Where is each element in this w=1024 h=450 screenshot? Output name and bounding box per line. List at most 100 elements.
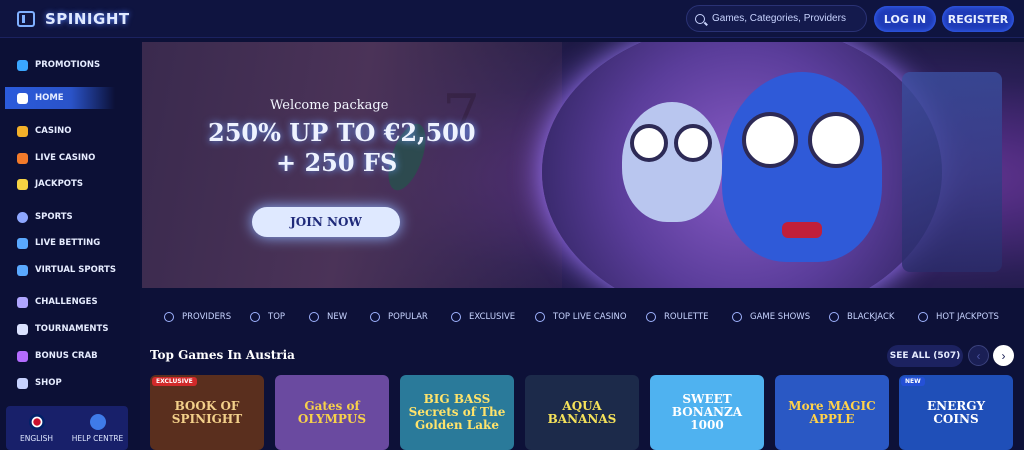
owl-eye xyxy=(630,124,668,162)
providers-icon xyxy=(164,312,174,322)
category-label: EXCLUSIVE xyxy=(469,312,516,322)
register-button[interactable]: REGISTER xyxy=(942,6,1014,32)
game-title: SWEET BONANZA 1000 xyxy=(671,392,743,432)
category-label: BLACKJACK xyxy=(847,312,895,322)
uk-flag-icon xyxy=(28,413,45,430)
new-icon xyxy=(309,312,319,322)
sidebar-item-casino[interactable]: CASINO xyxy=(0,120,140,142)
slot-machine-illustration xyxy=(902,72,1002,272)
game-tile[interactable]: AQUA BANANAS xyxy=(525,375,639,450)
home-icon xyxy=(17,92,28,104)
blackjack-icon xyxy=(829,312,839,322)
sidebar-item-sports[interactable]: SPORTS xyxy=(0,206,140,228)
sidebar-item-label: BONUS CRAB xyxy=(35,351,98,361)
login-button[interactable]: LOG IN xyxy=(874,6,936,32)
sidebar-item-live-betting[interactable]: LIVE BETTING xyxy=(0,232,140,254)
logo[interactable]: SPINIGHT xyxy=(45,10,130,28)
category-exclusive[interactable]: EXCLUSIVE xyxy=(451,312,515,322)
category-label: PROVIDERS xyxy=(182,312,232,322)
game-tile[interactable]: EXCLUSIVE BOOK OF SPINIGHT xyxy=(150,375,264,450)
roulette-icon xyxy=(646,312,656,322)
game-title: ENERGY COINS xyxy=(926,398,986,426)
game-tile[interactable]: NEW ENERGY COINS xyxy=(899,375,1013,450)
white-owl-illustration xyxy=(622,102,722,222)
game-tile[interactable]: BIG BASS Secrets of The Golden Lake xyxy=(400,375,514,450)
game-badge: EXCLUSIVE xyxy=(152,377,197,386)
shop-icon xyxy=(17,377,28,389)
sidebar-item-label: LIVE BETTING xyxy=(35,238,101,248)
virtual-sports-icon xyxy=(17,264,28,276)
top-icon xyxy=(250,312,260,322)
live-betting-icon xyxy=(17,237,28,249)
join-now-button[interactable]: JOIN NOW xyxy=(252,207,400,237)
sidebar-item-tournaments[interactable]: TOURNAMENTS xyxy=(0,318,140,340)
help-label: HELP CENTRE xyxy=(71,433,124,443)
jackpot-icon xyxy=(17,178,28,190)
help-icon xyxy=(89,413,106,430)
language-selector[interactable]: ENGLISH xyxy=(6,406,67,450)
game-badge: NEW xyxy=(901,377,925,386)
category-new[interactable]: NEW xyxy=(309,312,347,322)
search-icon xyxy=(695,13,705,24)
sidebar: PROMOTIONS HOME CASINO LIVE CASINO JACKP… xyxy=(0,38,140,450)
sidebar-item-label: SPORTS xyxy=(35,212,73,222)
sidebar-toggle-icon[interactable] xyxy=(17,10,35,27)
game-tile[interactable]: Gates of OLYMPUS xyxy=(275,375,389,450)
category-popular[interactable]: POPULAR xyxy=(370,312,428,322)
search-input[interactable] xyxy=(712,13,862,24)
chevron-right-icon[interactable]: › xyxy=(993,345,1014,366)
sidebar-item-jackpots[interactable]: JACKPOTS xyxy=(0,173,140,195)
game-title: BIG BASS Secrets of The Golden Lake xyxy=(408,392,506,432)
language-label: ENGLISH xyxy=(20,433,53,443)
game-title: AQUA BANANAS xyxy=(547,398,617,426)
game-tile[interactable]: SWEET BONANZA 1000 xyxy=(650,375,764,450)
banner-headline-2: + 250 FS xyxy=(276,148,398,177)
blue-owl-illustration xyxy=(722,72,882,262)
sidebar-item-virtual-sports[interactable]: VIRTUAL SPORTS xyxy=(0,259,140,281)
game-tile[interactable]: More MAGIC APPLE xyxy=(775,375,889,450)
category-label: NEW xyxy=(327,312,348,322)
category-hot-jackpots[interactable]: HOT JACKPOTS xyxy=(918,312,999,322)
category-label: ROULETTE xyxy=(664,312,709,322)
banner-headline: 250% UP TO €2,500 xyxy=(208,118,476,147)
sidebar-item-label: PROMOTIONS xyxy=(35,60,101,70)
game-shows-icon xyxy=(732,312,742,322)
category-top-live-casino[interactable]: TOP LIVE CASINO xyxy=(535,312,627,322)
sidebar-item-label: HOME xyxy=(35,93,64,103)
sidebar-item-label: TOURNAMENTS xyxy=(35,324,109,334)
category-label: TOP xyxy=(268,312,286,322)
hot-jackpots-icon xyxy=(918,312,928,322)
help-centre-link[interactable]: HELP CENTRE xyxy=(67,406,128,450)
sidebar-item-live-casino[interactable]: LIVE CASINO xyxy=(0,147,140,169)
sidebar-item-label: VIRTUAL SPORTS xyxy=(35,265,116,275)
sidebar-item-shop[interactable]: SHOP xyxy=(0,372,140,394)
promo-banner[interactable]: 7 Welcome package 250% UP TO €2,500 + 25… xyxy=(142,42,1024,288)
search-box[interactable] xyxy=(686,5,867,32)
popular-icon xyxy=(370,312,380,322)
section-title: Top Games In Austria xyxy=(150,348,295,362)
gift-icon xyxy=(17,59,28,71)
sidebar-item-promotions[interactable]: PROMOTIONS xyxy=(0,54,140,76)
sidebar-item-label: SHOP xyxy=(35,378,62,388)
sidebar-item-bonus-crab[interactable]: BONUS CRAB xyxy=(0,345,140,367)
sidebar-item-challenges[interactable]: CHALLENGES xyxy=(0,291,140,313)
see-all-button[interactable]: SEE ALL (507) xyxy=(887,345,963,367)
live-casino-icon xyxy=(17,152,28,164)
category-top[interactable]: TOP xyxy=(250,312,285,322)
sidebar-item-label: JACKPOTS xyxy=(35,179,83,189)
bonus-crab-icon xyxy=(17,350,28,362)
owl-eye xyxy=(808,112,864,168)
category-providers[interactable]: PROVIDERS xyxy=(164,312,231,322)
chevron-left-icon[interactable]: ‹ xyxy=(968,345,989,366)
sidebar-item-home[interactable]: HOME xyxy=(5,87,115,109)
category-blackjack[interactable]: BLACKJACK xyxy=(829,312,894,322)
category-label: POPULAR xyxy=(388,312,428,322)
exclusive-icon xyxy=(451,312,461,322)
sidebar-item-label: CHALLENGES xyxy=(35,297,98,307)
sports-icon xyxy=(17,211,28,223)
category-label: GAME SHOWS xyxy=(750,312,811,322)
category-roulette[interactable]: ROULETTE xyxy=(646,312,709,322)
bow-tie xyxy=(782,222,822,238)
owl-eye xyxy=(674,124,712,162)
category-game-shows[interactable]: GAME SHOWS xyxy=(732,312,810,322)
